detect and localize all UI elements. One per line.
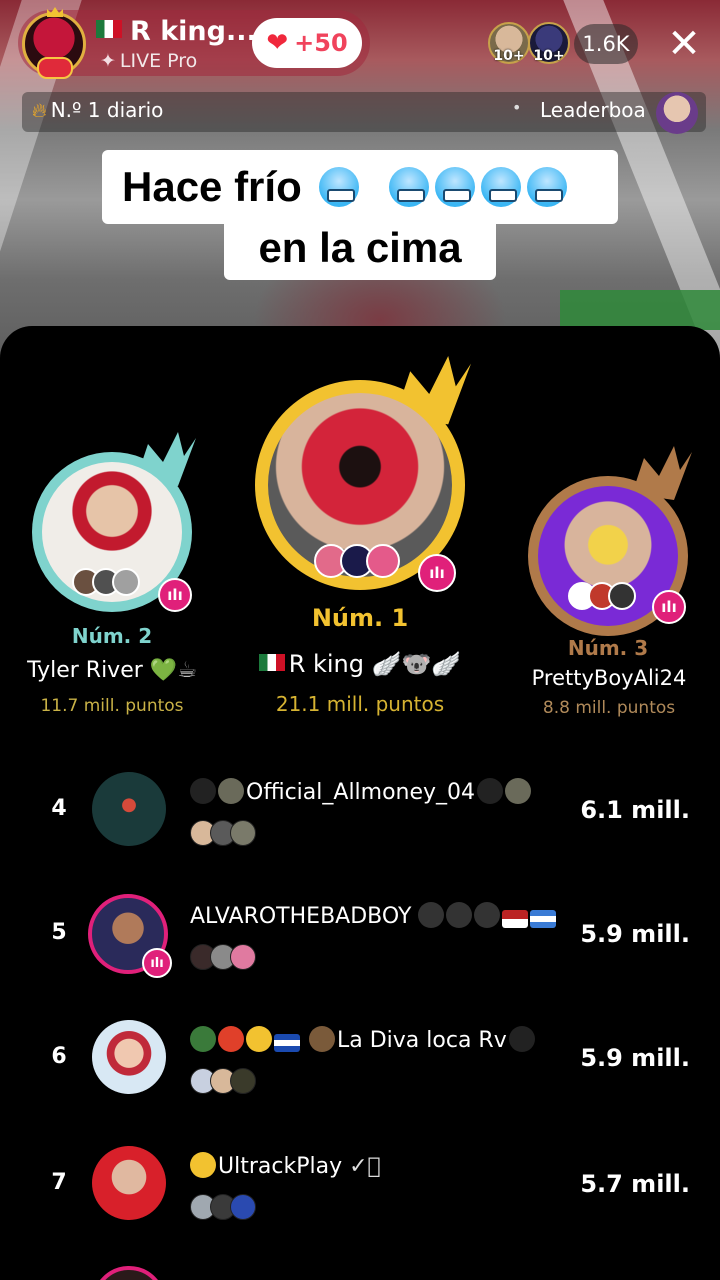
score: 5.7 mill. [580,1170,690,1198]
list-item[interactable]: 5 ılı ALVAROTHEBADBOY 5.9 mill. [0,872,720,992]
caption-text-1: Hace frío [122,163,302,210]
cold-face-icon [435,167,476,207]
podium-1-label: Núm. 1 [311,604,409,632]
podium-2-label: Núm. 2 [71,624,153,648]
podium-3-points: 8.8 mill. puntos [542,698,676,718]
score: 5.9 mill. [580,1044,690,1072]
caption-line-2: en la cima [224,222,496,280]
leaderboard-link[interactable]: Leaderboa [540,98,646,122]
verified-icon: ✓⃝ [349,1154,381,1179]
like-count: +50 [294,29,348,57]
heart-icon: ❤ [266,28,289,58]
cold-face-icon [319,167,360,207]
username: Official_Allmoney_04 [190,778,533,805]
host-avatar[interactable] [22,7,86,79]
daily-rank-label: N.º 1 diario [50,98,164,122]
podium-2-points: 11.7 mill. puntos [40,696,184,716]
caption-line-1: Hace frío [102,150,618,224]
avatar[interactable] [92,1146,166,1220]
cold-face-icon [527,167,568,207]
score: 5.9 mill. [580,920,690,948]
podium-1-points: 21.1 mill. puntos [275,692,445,716]
live-top-bar: R king... ✦ LIVE Pro ❤ +50 10+ 10+ 1.6K ✕ [0,0,720,90]
username: ALVAROTHEBADBOY [190,902,558,929]
host-name: R king... [130,16,257,47]
username: UltrackPlay ✓⃝ [190,1152,381,1179]
podium-1-name[interactable]: R king 🪽🐨🪽 [230,650,490,678]
stats-bars-icon[interactable]: ılı [158,578,192,612]
list-item[interactable]: 7 UltrackPlay ✓⃝ 5.7 mill. [0,1120,720,1240]
cold-face-icon [481,167,522,207]
supporter-avatars [190,944,256,970]
supporter-avatars [190,1194,256,1220]
viewer-avatar[interactable]: 10+ [528,22,570,64]
daily-rank[interactable]: 🔥︎ N.º 1 diario [32,98,163,122]
stats-bars-icon[interactable]: ılı [652,590,686,624]
avatar[interactable] [92,772,166,846]
stats-bars-icon[interactable]: ılı [418,554,456,592]
viewer-group[interactable]: 10+ 10+ 1.6K [488,22,638,66]
separator-dot: • [512,98,522,117]
rank-number: 6 [51,1044,67,1069]
viewer-badge: 10+ [493,48,525,64]
podium-2-name[interactable]: Tyler River 💚☕ [10,658,214,683]
rank-number: 4 [51,796,67,821]
rank-number: 5 [51,920,67,945]
close-icon[interactable]: ✕ [664,24,704,64]
like-button[interactable]: ❤ +50 [252,18,362,68]
mexico-flag-icon [258,654,285,671]
podium-3-label: Núm. 3 [567,636,649,660]
viewer-avatar[interactable]: 10+ [488,22,530,64]
viewer-badge: 10+ [533,48,565,64]
podium-3-name[interactable]: PrettyBoyAli24 [504,666,714,690]
sparkle-icon: ✦ [100,50,116,72]
podium-2-supporters [72,568,140,596]
podium-1-supporters [314,544,400,578]
score: 6.1 mill. [580,796,690,824]
host-badge-icon [37,57,73,79]
list-item[interactable]: 6 La Diva loca Rv 5.9 mill. [0,996,720,1116]
viewer-count[interactable]: 1.6K [574,24,638,64]
supporter-avatars [190,1068,256,1094]
mexico-flag-icon [96,20,122,38]
cold-face-icon [389,167,430,207]
username: La Diva loca Rv [190,1026,537,1053]
fire-icon: 🔥︎ [32,98,47,122]
list-item[interactable]: 4 Official_Allmoney_04 6.1 mill. [0,748,720,868]
supporter-avatars [190,820,256,846]
podium-3-supporters [568,582,636,610]
rank-number: 7 [51,1170,67,1195]
stats-bars-icon[interactable]: ılı [142,948,172,978]
host-subtitle: LIVE Pro [119,50,198,72]
crown-icon [47,7,63,17]
leaderboard-avatar[interactable] [656,92,698,134]
avatar[interactable] [92,1020,166,1094]
